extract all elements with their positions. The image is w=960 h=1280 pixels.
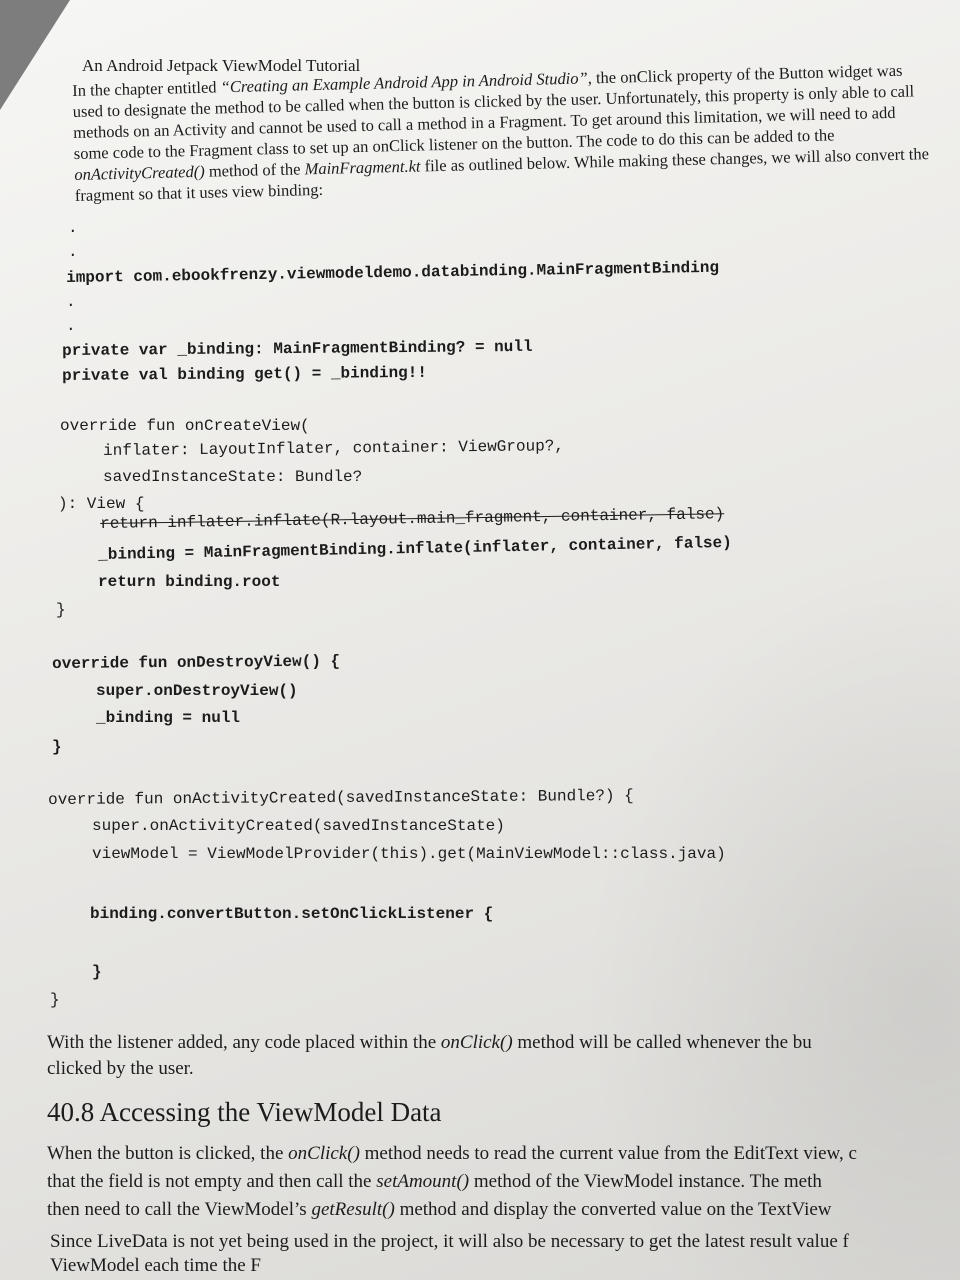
bleed-through-text — [600, 230, 960, 990]
code-closing-brace: } — [92, 963, 102, 981]
onclick-reference: onClick() — [288, 1143, 360, 1164]
code-ellipsis: . — [66, 317, 76, 335]
code-return-root: return binding.root — [98, 573, 281, 591]
after-text-3: clicked by the user. — [47, 1058, 194, 1079]
code-oncreateview-arg1: inflater: LayoutInflater, container: Vie… — [103, 437, 565, 460]
page-corner-background — [0, 0, 70, 110]
code-oncreateview-arg2: savedInstanceState: Bundle? — [103, 468, 363, 486]
section-paragraph-2: Since LiveData is not yet being used in … — [50, 1230, 960, 1278]
code-ellipsis: . — [68, 219, 78, 237]
code-ondestroyview-super: super.onDestroyView() — [96, 682, 298, 700]
code-oncreateview-signature: override fun onCreateView( — [60, 417, 310, 435]
after-text-1: With the listener added, any code placed… — [47, 1032, 441, 1053]
code-closing-brace: } — [50, 991, 60, 1009]
setamount-reference: setAmount() — [376, 1171, 470, 1192]
code-closing-brace: } — [56, 601, 66, 619]
onclick-reference: onClick() — [440, 1032, 513, 1053]
section-text-8: ViewModel each time the F — [50, 1255, 261, 1276]
code-binding-null: _binding = null — [96, 709, 241, 727]
section-text-3: that the field is not empty and then cal… — [47, 1171, 377, 1192]
code-ondestroyview-signature: override fun onDestroyView() { — [52, 652, 341, 673]
section-heading: 40.8 Accessing the ViewModel Data — [47, 1097, 442, 1127]
file-reference: MainFragment.kt — [304, 156, 421, 179]
code-click-listener: binding.convertButton.setOnClickListener… — [90, 905, 494, 923]
intro-text-3: method of the — [204, 159, 305, 181]
code-oncreateview-return-type: ): View { — [58, 495, 145, 513]
intro-paragraph: In the chapter entitled “Creating an Exa… — [72, 59, 935, 206]
code-ellipsis: . — [68, 243, 78, 261]
section-text-2: method needs to read the current value f… — [359, 1143, 857, 1164]
after-text-2: method will be called whenever the bu — [512, 1032, 812, 1053]
intro-text-1: In the chapter entitled — [72, 77, 221, 100]
book-page: An Android Jetpack ViewModel Tutorial In… — [0, 0, 960, 1280]
getresult-reference: getResult() — [311, 1199, 395, 1220]
section-text-7: Since LiveData is not yet being used in … — [50, 1231, 849, 1252]
code-binding-var: private var _binding: MainFragmentBindin… — [62, 337, 533, 360]
section-text-4: method of the ViewModel instance. The me… — [469, 1171, 822, 1192]
code-onactivitycreated-super: super.onActivityCreated(savedInstanceSta… — [92, 817, 505, 835]
code-onactivitycreated-signature: override fun onActivityCreated(savedInst… — [48, 786, 634, 809]
code-binding-val: private val binding get() = _binding!! — [62, 363, 428, 385]
method-reference: onActivityCreated() — [74, 161, 205, 184]
code-ellipsis: . — [66, 293, 76, 311]
code-viewmodel-provider: viewModel = ViewModelProvider(this).get(… — [92, 845, 726, 863]
section-text-5: then need to call the ViewModel’s — [47, 1199, 312, 1220]
after-code-paragraph: With the listener added, any code placed… — [47, 1030, 960, 1082]
section-text-6: method and display the converted value o… — [394, 1199, 832, 1220]
code-closing-brace: } — [52, 738, 62, 756]
section-paragraph: When the button is clicked, the onClick(… — [47, 1140, 960, 1224]
section-text-1: When the button is clicked, the — [47, 1143, 289, 1164]
